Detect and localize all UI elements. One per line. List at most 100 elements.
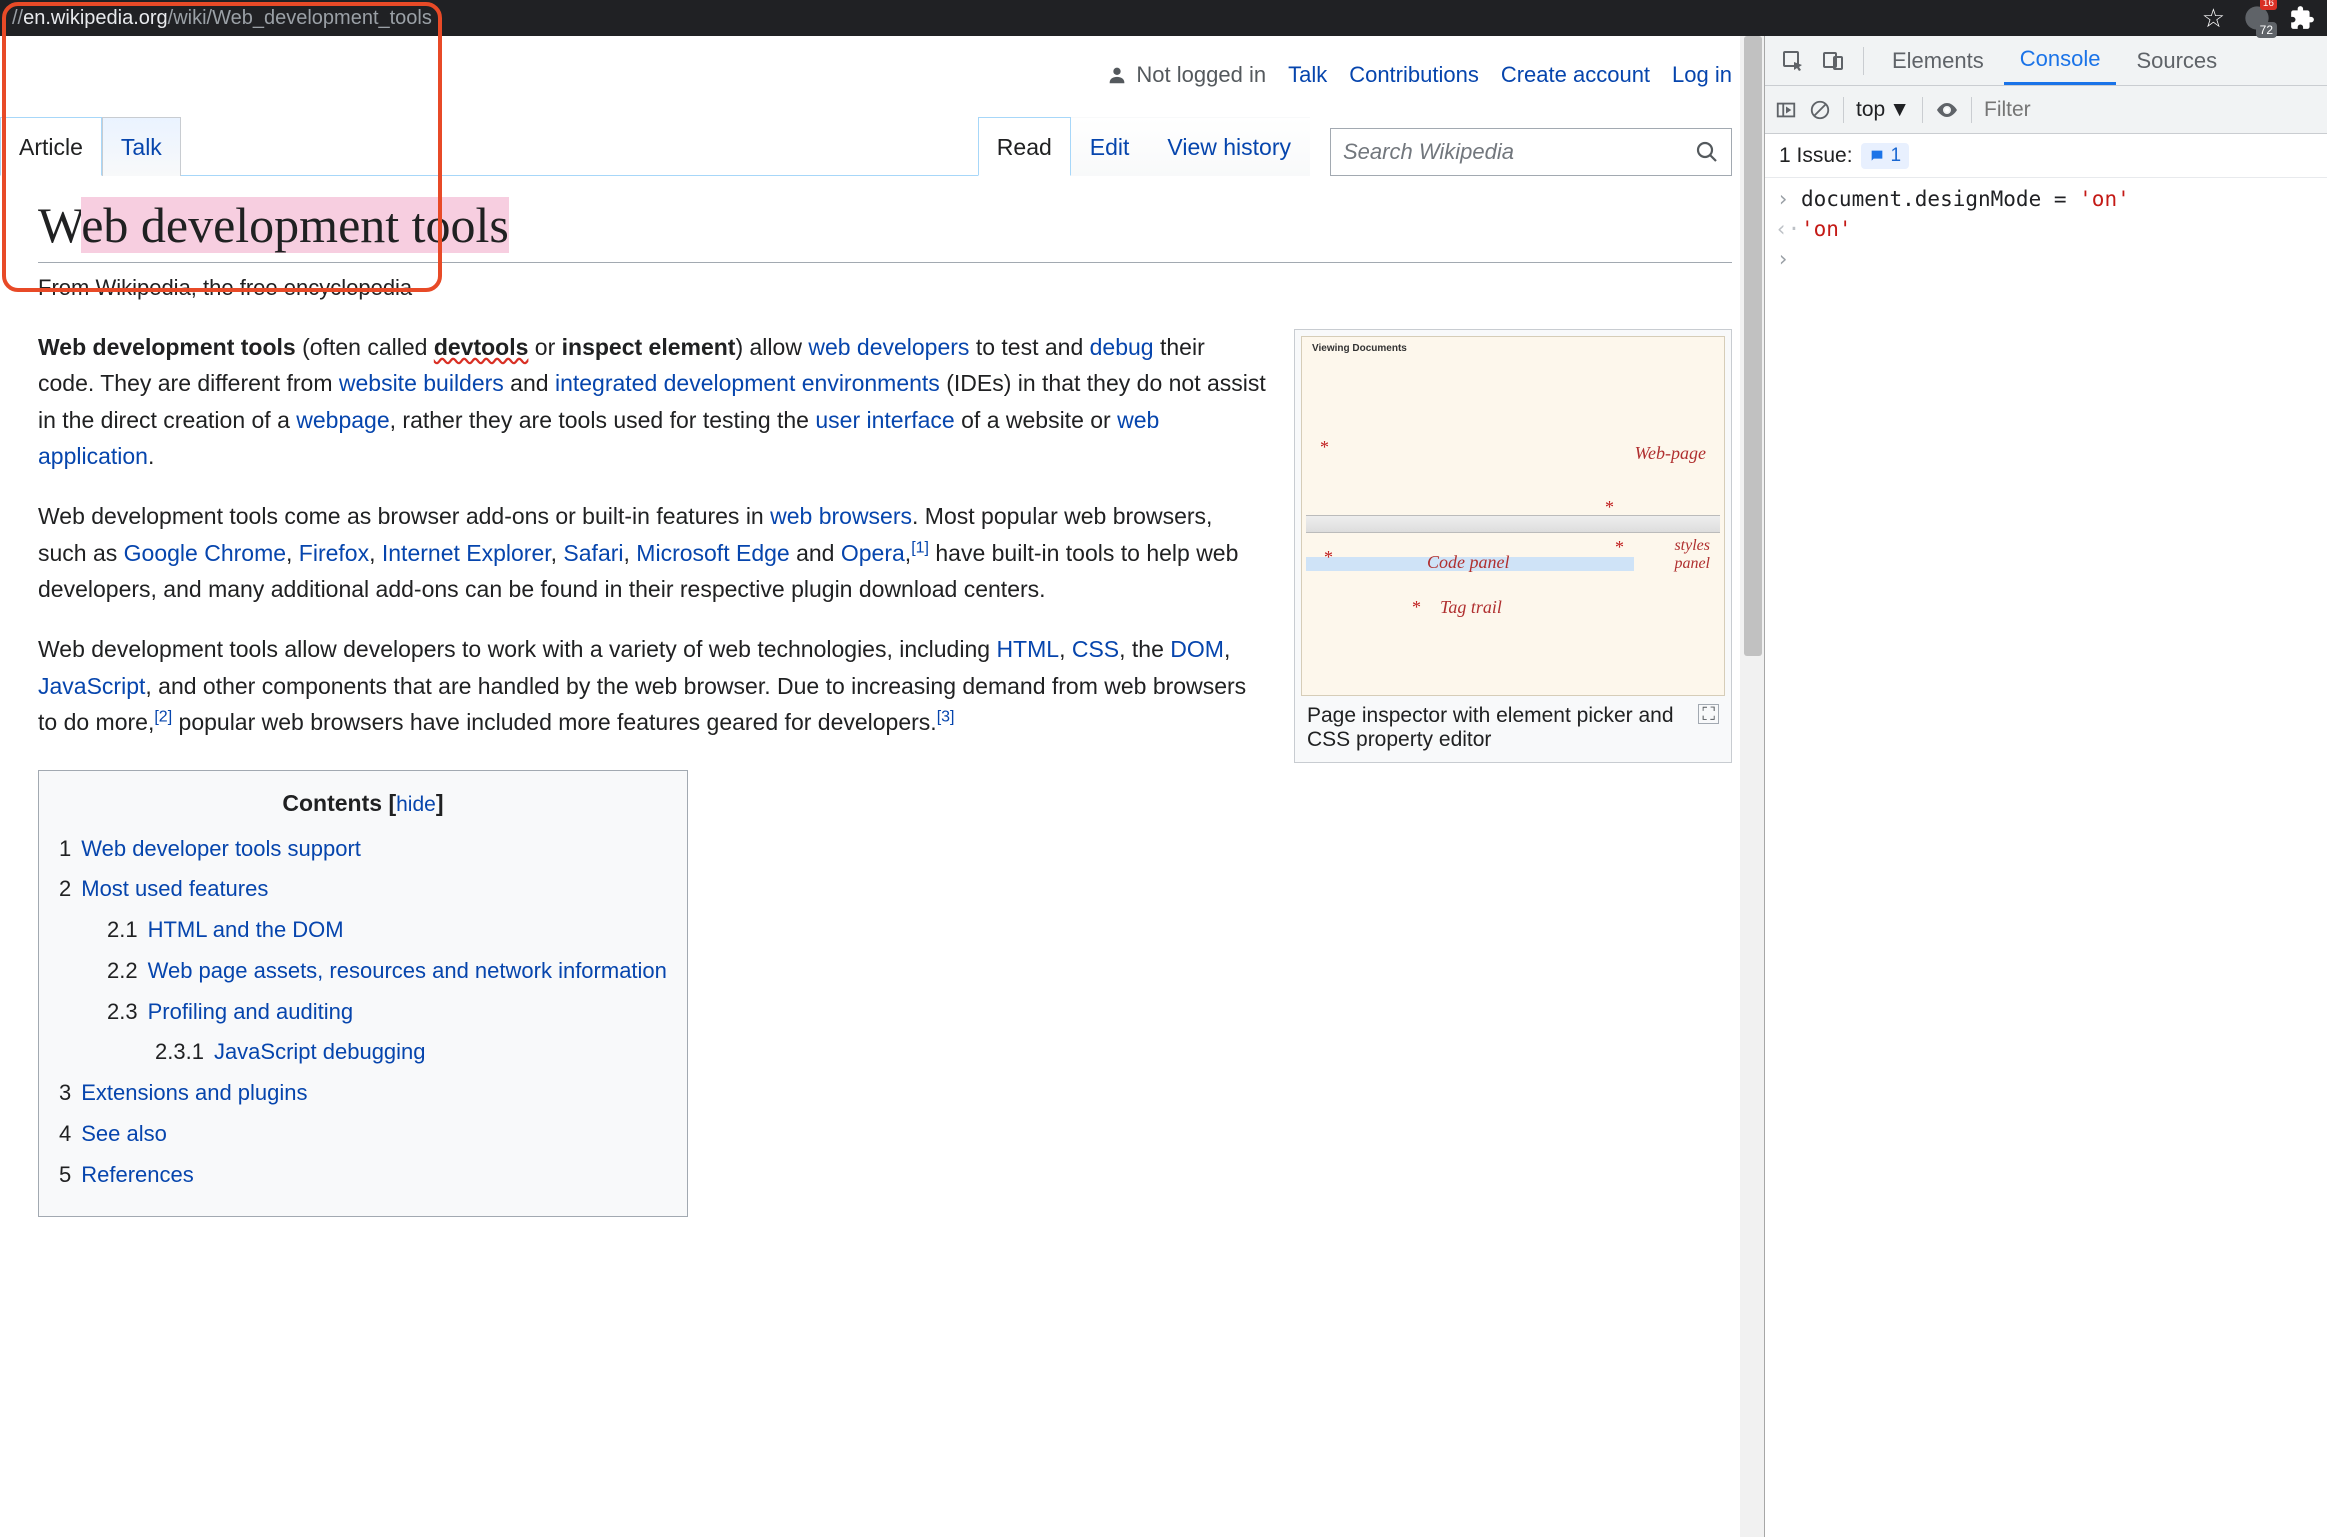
link-webpage[interactable]: webpage <box>296 407 389 433</box>
toc-link[interactable]: See also <box>81 1121 167 1146</box>
search-box[interactable] <box>1330 128 1732 176</box>
toc-item[interactable]: 1Web developer tools support <box>59 832 667 867</box>
person-icon <box>1106 64 1128 86</box>
p1-bold3: inspect element <box>562 334 736 360</box>
live-expression-eye-icon[interactable] <box>1935 98 1959 122</box>
issue-chat-icon <box>1869 148 1885 164</box>
link-chrome[interactable]: Google Chrome <box>124 540 286 566</box>
scrollbar-thumb[interactable] <box>1744 36 1762 656</box>
vertical-scrollbar[interactable] <box>1740 36 1764 1537</box>
toc-link[interactable]: HTML and the DOM <box>148 917 344 942</box>
divider <box>1971 97 1972 123</box>
toc-item[interactable]: 2.3Profiling and auditing <box>59 995 667 1030</box>
divider <box>1863 47 1864 75</box>
extension-badge[interactable]: 16 72 <box>2243 4 2271 32</box>
context-selector[interactable]: top ▼ <box>1856 98 1910 122</box>
divider <box>1922 97 1923 123</box>
toc-item[interactable]: 2.1 HTML and the DOM <box>59 913 667 948</box>
tab-talk[interactable]: Talk <box>102 117 181 176</box>
toc-link[interactable]: Most used features <box>81 876 268 901</box>
toc-number: 4 <box>59 1121 71 1146</box>
page-subtitle: From Wikipedia, the free encyclopedia <box>38 275 1732 301</box>
p1-bold-devtools: devtools <box>434 334 529 360</box>
toc-hide-link[interactable]: hide <box>396 793 436 816</box>
toc-link[interactable]: Web page assets, resources and network i… <box>148 958 667 983</box>
thumb-asterisk: * <box>1412 597 1421 618</box>
devtools-tab-sources[interactable]: Sources <box>2120 38 2233 84</box>
enlarge-icon[interactable]: ⛶ <box>1698 704 1719 724</box>
toc-number: 2.1 <box>107 917 138 942</box>
link-html[interactable]: HTML <box>996 636 1059 662</box>
toc-link[interactable]: Profiling and auditing <box>148 999 353 1024</box>
link-debug[interactable]: debug <box>1090 334 1154 360</box>
toc-item[interactable]: 3 Extensions and plugins <box>59 1076 667 1111</box>
search-icon[interactable] <box>1695 140 1719 164</box>
thumbnail-image[interactable]: Viewing Documents Web-page Code panel st… <box>1301 336 1725 696</box>
toc-item[interactable]: 4 See also <box>59 1117 667 1152</box>
url-text: //en.wikipedia.org/wiki/Web_development_… <box>12 7 432 30</box>
article-text: Web development tools (often called devt… <box>38 329 1266 1217</box>
inspect-element-icon[interactable] <box>1775 43 1811 79</box>
paragraph-1: Web development tools (often called devt… <box>38 329 1266 474</box>
figure-column: Viewing Documents Web-page Code panel st… <box>1294 329 1732 1217</box>
nav-login-link[interactable]: Log in <box>1672 62 1732 88</box>
console-filter-input[interactable] <box>1984 98 2317 122</box>
toc-item[interactable]: 2.3.1JavaScript debugging <box>59 1035 667 1070</box>
device-toggle-icon[interactable] <box>1815 43 1851 79</box>
tab-edit[interactable]: Edit <box>1071 117 1149 176</box>
browser-url-bar: //en.wikipedia.org/wiki/Web_development_… <box>0 0 2327 36</box>
toc-link[interactable]: Extensions and plugins <box>81 1080 307 1105</box>
chevron-down-icon: ▼ <box>1889 98 1910 122</box>
console-output[interactable]: › document.designMode = 'on' ‹· 'on' › <box>1765 178 2327 1537</box>
toc-item[interactable]: 2.2Web page assets, resources and networ… <box>59 954 667 989</box>
clear-console-icon[interactable] <box>1809 99 1831 121</box>
toc-number: 2 <box>59 876 71 901</box>
link-javascript[interactable]: JavaScript <box>38 673 145 699</box>
console-sidebar-toggle-icon[interactable] <box>1775 99 1797 121</box>
search-input[interactable] <box>1343 139 1695 165</box>
issue-chip[interactable]: 1 <box>1861 143 1910 169</box>
nav-talk-link[interactable]: Talk <box>1288 62 1327 88</box>
thumb-label-webpage: Web-page <box>1635 443 1706 464</box>
tab-view-history[interactable]: View history <box>1148 117 1310 176</box>
link-web-browsers[interactable]: web browsers <box>770 503 912 529</box>
issues-bar[interactable]: 1 Issue: 1 <box>1765 134 2327 178</box>
devtools-panel: Elements Console Sources top ▼ <box>1765 36 2327 1537</box>
link-website-builders[interactable]: website builders <box>339 370 504 396</box>
toc-item[interactable]: 2 Most used features <box>59 872 667 907</box>
context-label: top <box>1856 98 1885 122</box>
wiki-content: Web development tools From Wikipedia, th… <box>0 176 1764 1537</box>
not-logged-in-label: Not logged in <box>1106 62 1266 88</box>
link-web-developers[interactable]: web developers <box>808 334 969 360</box>
title-first-char: W <box>38 197 81 253</box>
link-css[interactable]: CSS <box>1072 636 1119 662</box>
toc-link[interactable]: References <box>81 1162 194 1187</box>
citation-1[interactable]: [1] <box>911 539 929 556</box>
toc-item[interactable]: 5 References <box>59 1158 667 1193</box>
bookmark-star-icon[interactable]: ☆ <box>2202 3 2225 34</box>
tab-read[interactable]: Read <box>978 117 1071 176</box>
link-safari[interactable]: Safari <box>563 540 623 566</box>
thumb-header-text: Viewing Documents <box>1312 343 1407 354</box>
toc-link[interactable]: JavaScript debugging <box>214 1039 426 1064</box>
extensions-puzzle-icon[interactable] <box>2289 5 2315 31</box>
link-edge[interactable]: Microsoft Edge <box>636 540 789 566</box>
console-prompt-line[interactable]: › <box>1775 244 2317 274</box>
link-dom[interactable]: DOM <box>1170 636 1224 662</box>
link-firefox[interactable]: Firefox <box>299 540 369 566</box>
citation-2[interactable]: [2] <box>154 708 172 725</box>
tab-article[interactable]: Article <box>0 117 102 176</box>
link-user-interface[interactable]: user interface <box>815 407 954 433</box>
toc-number: 5 <box>59 1162 71 1187</box>
toc-number: 3 <box>59 1080 71 1105</box>
toc-link[interactable]: Web developer tools support <box>81 836 361 861</box>
citation-3[interactable]: [3] <box>937 708 955 725</box>
devtools-tab-elements[interactable]: Elements <box>1876 38 2000 84</box>
link-ie[interactable]: Internet Explorer <box>382 540 551 566</box>
link-opera[interactable]: Opera <box>841 540 905 566</box>
nav-create-account-link[interactable]: Create account <box>1501 62 1650 88</box>
nav-contributions-link[interactable]: Contributions <box>1349 62 1479 88</box>
thumb-label-tagtrail: Tag trail <box>1440 597 1502 618</box>
devtools-tab-console[interactable]: Console <box>2004 36 2117 85</box>
link-ide[interactable]: integrated development environments <box>555 370 940 396</box>
